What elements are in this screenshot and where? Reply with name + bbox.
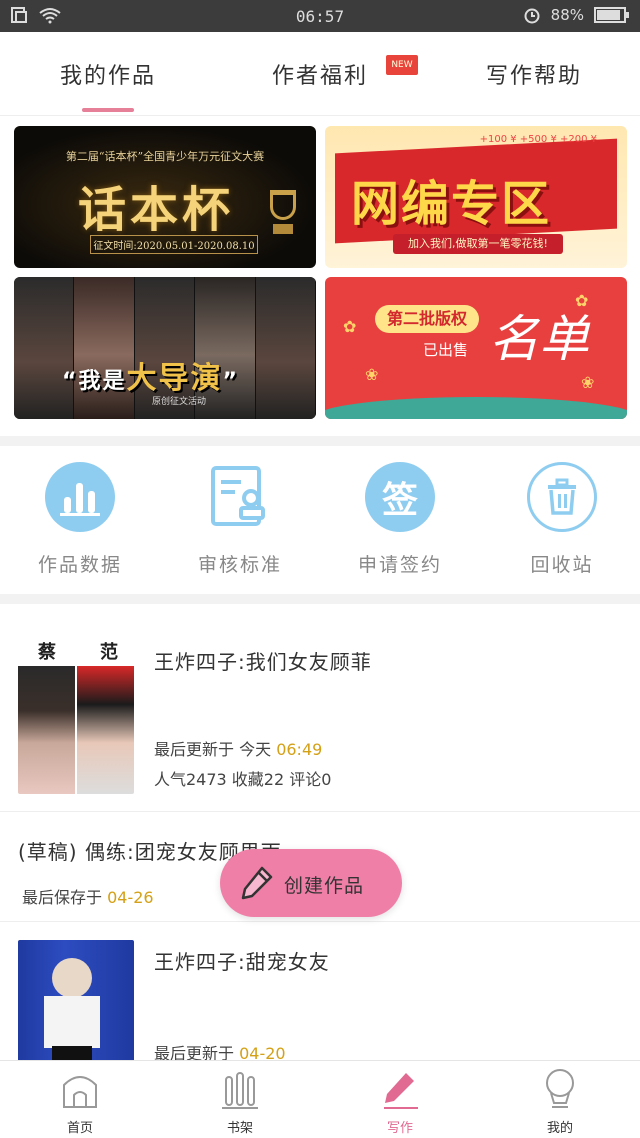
cover-photo-left bbox=[18, 666, 75, 794]
nav-write[interactable]: 写作 bbox=[360, 1067, 440, 1136]
person-image bbox=[14, 277, 75, 419]
banner-date: 征文时间:2020.05.01-2020.08.10 bbox=[90, 235, 258, 254]
banner-title: 话本杯 bbox=[78, 182, 235, 238]
bookshelf-icon bbox=[222, 1072, 258, 1109]
section-divider bbox=[0, 436, 640, 446]
status-bar: 06:57 88% bbox=[0, 0, 640, 32]
nav-label: 我的 bbox=[546, 1121, 573, 1136]
person-image bbox=[255, 277, 316, 419]
trophy-base bbox=[273, 224, 293, 234]
document-stamp-icon bbox=[205, 462, 275, 532]
cover-caption-right: 范 bbox=[100, 642, 118, 663]
banner-title-highlight: 大导演 bbox=[126, 361, 223, 396]
work-updated: 最后更新于 今天 06:49 bbox=[154, 736, 322, 760]
action-label: 回收站 bbox=[530, 554, 594, 576]
work-title: 王炸四子:我们女友顾菲 bbox=[154, 650, 372, 674]
list-item[interactable]: 蔡 范 王炸四子:我们女友顾菲 最后更新于 今天 06:49 人气2473 收藏… bbox=[0, 604, 640, 812]
banner-grid: 第二届“话本杯”全国青少年万元征文大赛 话本杯 征文时间:2020.05.01-… bbox=[0, 118, 640, 436]
nav-profile[interactable]: 我的 bbox=[520, 1067, 600, 1136]
trophy-icon bbox=[270, 190, 296, 220]
work-title: 王炸四子:甜宠女友 bbox=[154, 950, 330, 974]
work-updated: 最后更新于 04-20 bbox=[154, 1040, 286, 1060]
banner-title: 名单 bbox=[489, 310, 589, 368]
tab-writing-help[interactable]: 写作帮助 bbox=[486, 58, 582, 90]
work-saved-time: 04-26 bbox=[107, 888, 154, 907]
battery-icon bbox=[594, 7, 629, 23]
banner-pill: 第二批版权 bbox=[375, 305, 479, 333]
bottom-nav: 首页 书架 写作 我的 bbox=[0, 1060, 640, 1138]
create-work-label: 创建作品 bbox=[284, 875, 365, 897]
banner-title: “我是大导演” bbox=[62, 353, 239, 397]
action-recycle-bin[interactable]: 回收站 bbox=[492, 462, 632, 577]
tab-author-benefits[interactable]: 作者福利 bbox=[272, 58, 368, 90]
nav-bookshelf[interactable]: 书架 bbox=[200, 1067, 280, 1136]
home-icon bbox=[63, 1076, 97, 1108]
quick-actions: 作品数据 审核标准 签 申请签约 回收站 bbox=[0, 446, 640, 594]
battery-percent: 88% bbox=[550, 6, 584, 24]
list-item[interactable]: 王炸四子:甜宠女友 最后更新于 04-20 bbox=[0, 922, 640, 1060]
create-work-button[interactable]: 创建作品 bbox=[220, 849, 402, 917]
banner-huaben-cup[interactable]: 第二届“话本杯”全国青少年万元征文大赛 话本杯 征文时间:2020.05.01-… bbox=[14, 126, 316, 268]
action-label: 申请签约 bbox=[357, 554, 442, 576]
cover-caption-left: 蔡 bbox=[38, 642, 56, 663]
new-badge: NEW bbox=[386, 55, 418, 75]
action-review-standard[interactable]: 审核标准 bbox=[170, 462, 310, 577]
action-label: 审核标准 bbox=[197, 554, 282, 576]
pencil-icon bbox=[241, 866, 273, 900]
pen-icon bbox=[384, 1073, 418, 1109]
nav-home[interactable]: 首页 bbox=[40, 1067, 120, 1136]
cover-person-body bbox=[44, 996, 100, 1048]
action-work-data[interactable]: 作品数据 bbox=[10, 462, 150, 577]
work-updated-label: 最后更新于 今天 bbox=[154, 740, 277, 759]
work-updated-label: 最后更新于 bbox=[154, 1044, 240, 1060]
banner-ribbon: 加入我们,做取第一笔零花钱! bbox=[393, 234, 563, 254]
work-saved-label: 最后保存于 bbox=[22, 888, 108, 907]
banner-caption: 原创征文活动 bbox=[152, 397, 207, 407]
cover-person-head bbox=[52, 958, 92, 998]
banner-title: 网编专区 bbox=[351, 176, 552, 232]
section-divider bbox=[0, 594, 640, 604]
profile-icon bbox=[546, 1069, 574, 1108]
banner-wave bbox=[325, 397, 627, 419]
nav-label: 写作 bbox=[386, 1121, 413, 1136]
work-updated-time: 06:49 bbox=[276, 740, 323, 759]
work-cover: 蔡 范 bbox=[18, 636, 134, 794]
works-list: 蔡 范 王炸四子:我们女友顾菲 最后更新于 今天 06:49 人气2473 收藏… bbox=[0, 604, 640, 1060]
person-image bbox=[74, 277, 135, 419]
alarm-icon bbox=[524, 8, 540, 24]
banner-line2: 已出售 bbox=[423, 341, 469, 359]
banner-subtitle: 第二届“话本杯”全国青少年万元征文大赛 bbox=[65, 150, 265, 163]
status-right-icons: 88% bbox=[523, 6, 630, 24]
banner-editor-zone[interactable]: +100 ¥ +500 ¥ +200 ¥ 网编专区 加入我们,做取第一笔零花钱! bbox=[325, 126, 627, 268]
tab-my-works[interactable]: 我的作品 bbox=[60, 58, 156, 90]
cover-photo-right bbox=[77, 666, 134, 794]
flower-icon: ❀ bbox=[581, 373, 595, 392]
work-updated-time: 04-20 bbox=[239, 1044, 286, 1060]
tab-active-indicator bbox=[82, 108, 134, 112]
bar-chart-icon bbox=[45, 462, 115, 532]
flower-icon: ❀ bbox=[365, 365, 379, 384]
banner-reward-amounts: +100 ¥ +500 ¥ +200 ¥ bbox=[479, 134, 597, 145]
banner-quote-close: ” bbox=[222, 369, 239, 394]
sign-icon: 签 bbox=[365, 462, 435, 532]
banner-quote-open: “我是 bbox=[62, 369, 127, 394]
action-apply-sign[interactable]: 签 申请签约 bbox=[330, 462, 470, 577]
flower-icon: ✿ bbox=[343, 317, 357, 336]
banner-director-contest[interactable]: “我是大导演” 原创征文活动 bbox=[14, 277, 316, 419]
nav-label: 书架 bbox=[226, 1121, 253, 1136]
banner-copyright-list[interactable]: ✿ ✿ ❀ ❀ 第二批版权 已出售 名单 bbox=[325, 277, 627, 419]
nav-label: 首页 bbox=[66, 1121, 93, 1136]
work-saved: 最后保存于 04-26 bbox=[22, 884, 154, 908]
trash-icon bbox=[527, 462, 597, 532]
work-stats: 人气2473 收藏22 评论0 bbox=[154, 770, 332, 789]
work-cover bbox=[18, 940, 134, 1060]
cover-person-legs bbox=[52, 1046, 92, 1060]
top-tabs: 我的作品 作者福利 NEW 写作帮助 bbox=[0, 32, 640, 116]
action-label: 作品数据 bbox=[37, 554, 122, 576]
